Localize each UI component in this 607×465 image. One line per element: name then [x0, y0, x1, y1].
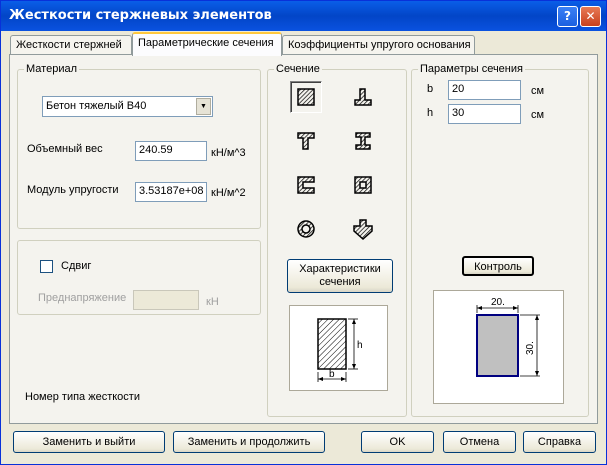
i-beam-section-icon[interactable]: [290, 125, 322, 157]
tab-label: Жесткости стержней: [16, 39, 122, 51]
params-preview: 20. 30.: [433, 290, 564, 404]
tab-elastic-foundation[interactable]: Коэффициенты упругого основания: [282, 35, 475, 55]
material-select-value: Бетон тяжелый B40: [46, 100, 147, 112]
control-button[interactable]: Контроль: [462, 256, 534, 276]
replace-and-exit-button[interactable]: Заменить и выйти: [13, 431, 165, 453]
preview-h-label: h: [357, 340, 363, 351]
window-title: Жесткости стержневых элементов: [9, 8, 272, 23]
material-select[interactable]: Бетон тяжелый B40 ▼: [42, 96, 213, 117]
prestress-label: Преднапряжение: [38, 292, 127, 304]
dialog-window: Жесткости стержневых элементов ? ✕ Жестк…: [0, 0, 607, 465]
preview-width-label: 20.: [491, 297, 505, 308]
chevron-down-icon[interactable]: ▼: [196, 98, 211, 115]
replace-and-continue-button[interactable]: Заменить и продолжить: [173, 431, 325, 453]
cancel-button[interactable]: Отмена: [443, 431, 516, 453]
prestress-input: [133, 290, 199, 310]
stiffness-type-label: Номер типа жесткости: [25, 391, 140, 403]
h-unit: см: [531, 109, 545, 121]
tee-section-icon[interactable]: [347, 81, 379, 113]
section-params-group: Параметры сечения b 20 см h 30 см Контро…: [411, 63, 589, 417]
tab-rod-stiffness[interactable]: Жесткости стержней: [10, 35, 132, 55]
modulus-unit: кН/м^2: [211, 187, 246, 199]
section-preview: h b: [289, 305, 388, 391]
h-input[interactable]: 30: [448, 104, 521, 124]
tab-parametric-sections[interactable]: Параметрические сечения: [132, 32, 282, 56]
ok-button[interactable]: OK: [361, 431, 434, 453]
help-icon[interactable]: ?: [557, 6, 578, 27]
modulus-label: Модуль упругости: [27, 184, 119, 196]
section-characteristics-button[interactable]: Характеристики сечения: [287, 259, 393, 293]
button-line-2: сечения: [319, 276, 361, 289]
box-section-icon[interactable]: [347, 169, 379, 201]
h-label: h: [427, 107, 434, 119]
section-schema: h b: [317, 318, 363, 382]
weight-label: Объемный вес: [27, 143, 103, 155]
weight-unit: кН/м^3: [211, 147, 246, 159]
section-group: Сечение Характеристики сечения h b: [267, 63, 407, 417]
close-icon[interactable]: ✕: [580, 6, 601, 27]
shear-checkbox[interactable]: [40, 260, 53, 273]
section-rectangle: [317, 318, 347, 370]
help-button[interactable]: Справка: [523, 431, 596, 453]
material-legend: Материал: [24, 63, 79, 75]
tab-panel: Материал Бетон тяжелый B40 ▼ Объемный ве…: [9, 54, 598, 424]
weight-input[interactable]: 240.59: [135, 141, 207, 161]
title-bar: Жесткости стержневых элементов ? ✕: [1, 1, 606, 31]
cross-section-icon[interactable]: [347, 213, 379, 245]
section-legend: Сечение: [274, 63, 322, 75]
params-legend: Параметры сечения: [418, 63, 525, 75]
double-tee-section-icon[interactable]: [347, 125, 379, 157]
button-line-1: Характеристики: [299, 263, 381, 275]
material-group: Материал Бетон тяжелый B40 ▼ Объемный ве…: [17, 63, 261, 229]
tab-label: Коэффициенты упругого основания: [288, 39, 471, 51]
params-rectangle: [476, 314, 519, 377]
b-label: b: [427, 83, 434, 95]
b-input[interactable]: 20: [448, 80, 521, 100]
tab-label: Параметрические сечения: [138, 37, 274, 49]
modulus-input[interactable]: 3.53187e+08: [135, 182, 207, 202]
shear-group: Сдвиг Преднапряжение кН: [17, 240, 261, 315]
preview-height-label: 30.: [525, 341, 536, 355]
rectangle-section-icon[interactable]: [290, 81, 322, 113]
prestress-unit: кН: [206, 296, 219, 308]
b-unit: см: [531, 85, 545, 97]
shear-label: Сдвиг: [61, 260, 92, 272]
ring-section-icon[interactable]: [290, 213, 322, 245]
channel-section-icon[interactable]: [290, 169, 322, 201]
preview-b-label: b: [329, 369, 335, 380]
params-schema: 20. 30.: [476, 297, 540, 377]
